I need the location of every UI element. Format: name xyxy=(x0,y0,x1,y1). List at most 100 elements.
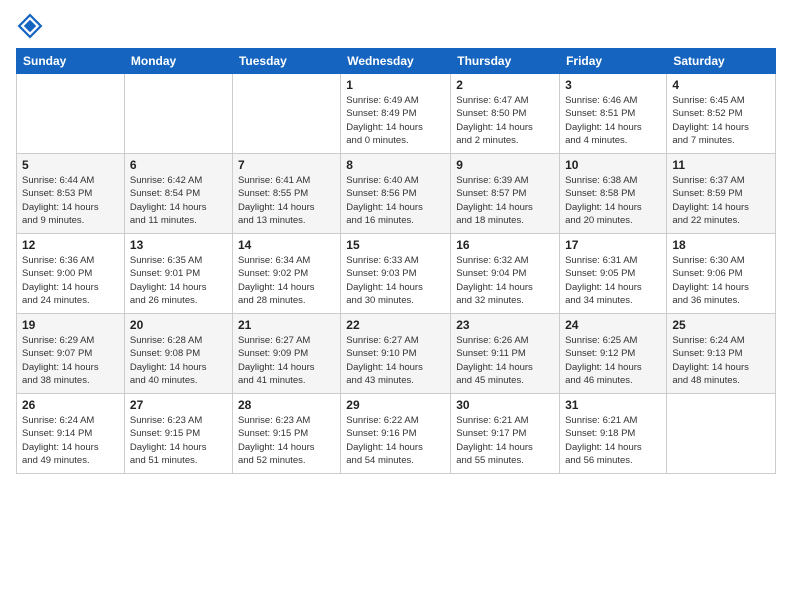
day-number: 12 xyxy=(22,238,119,252)
week-row-3: 12 Sunrise: 6:36 AM Sunset: 9:00 PM Dayli… xyxy=(17,234,776,314)
day-number: 15 xyxy=(346,238,445,252)
calendar-header: SundayMondayTuesdayWednesdayThursdayFrid… xyxy=(17,49,776,74)
day-cell: 17 Sunrise: 6:31 AM Sunset: 9:05 PM Dayli… xyxy=(560,234,667,314)
day-cell xyxy=(667,394,776,474)
day-number: 18 xyxy=(672,238,770,252)
day-info: Sunrise: 6:23 AM Sunset: 9:15 PM Dayligh… xyxy=(238,414,335,467)
day-cell: 10Sunrise: 6:38 AM Sunset: 8:58 PM Dayli… xyxy=(560,154,667,234)
day-info: Sunrise: 6:21 AM Sunset: 9:17 PM Dayligh… xyxy=(456,414,554,467)
day-number: 13 xyxy=(130,238,227,252)
day-info: Sunrise: 6:38 AM Sunset: 8:58 PM Dayligh… xyxy=(565,174,661,227)
day-number: 22 xyxy=(346,318,445,332)
day-cell: 13 Sunrise: 6:35 AM Sunset: 9:01 PM Dayli… xyxy=(124,234,232,314)
header xyxy=(16,12,776,40)
header-day-thursday: Thursday xyxy=(451,49,560,74)
day-info: Sunrise: 6:45 AM Sunset: 8:52 PM Dayligh… xyxy=(672,94,770,147)
day-cell: 28 Sunrise: 6:23 AM Sunset: 9:15 PM Dayli… xyxy=(232,394,340,474)
day-cell: 19Sunrise: 6:29 AM Sunset: 9:07 PM Dayli… xyxy=(17,314,125,394)
day-number: 28 xyxy=(238,398,335,412)
calendar: SundayMondayTuesdayWednesdayThursdayFrid… xyxy=(16,48,776,474)
day-info: Sunrise: 6:30 AM Sunset: 9:06 PM Dayligh… xyxy=(672,254,770,307)
day-info: Sunrise: 6:25 AM Sunset: 9:12 PM Dayligh… xyxy=(565,334,661,387)
day-info: Sunrise: 6:44 AM Sunset: 8:53 PM Dayligh… xyxy=(22,174,119,227)
day-cell: 14Sunrise: 6:34 AM Sunset: 9:02 PM Dayli… xyxy=(232,234,340,314)
day-info: Sunrise: 6:31 AM Sunset: 9:05 PM Dayligh… xyxy=(565,254,661,307)
day-info: Sunrise: 6:29 AM Sunset: 9:07 PM Dayligh… xyxy=(22,334,119,387)
day-info: Sunrise: 6:47 AM Sunset: 8:50 PM Dayligh… xyxy=(456,94,554,147)
day-cell: 2 Sunrise: 6:47 AM Sunset: 8:50 PM Daylig… xyxy=(451,74,560,154)
day-cell xyxy=(124,74,232,154)
day-cell: 24 Sunrise: 6:25 AM Sunset: 9:12 PM Dayli… xyxy=(560,314,667,394)
day-cell: 22 Sunrise: 6:27 AM Sunset: 9:10 PM Dayli… xyxy=(341,314,451,394)
day-number: 2 xyxy=(456,78,554,92)
day-number: 24 xyxy=(565,318,661,332)
calendar-body: 1 Sunrise: 6:49 AM Sunset: 8:49 PM Daylig… xyxy=(17,74,776,474)
day-info: Sunrise: 6:40 AM Sunset: 8:56 PM Dayligh… xyxy=(346,174,445,227)
day-info: Sunrise: 6:32 AM Sunset: 9:04 PM Dayligh… xyxy=(456,254,554,307)
day-info: Sunrise: 6:24 AM Sunset: 9:13 PM Dayligh… xyxy=(672,334,770,387)
header-day-tuesday: Tuesday xyxy=(232,49,340,74)
day-number: 21 xyxy=(238,318,335,332)
week-row-1: 1 Sunrise: 6:49 AM Sunset: 8:49 PM Daylig… xyxy=(17,74,776,154)
day-cell: 25 Sunrise: 6:24 AM Sunset: 9:13 PM Dayli… xyxy=(667,314,776,394)
day-number: 17 xyxy=(565,238,661,252)
day-info: Sunrise: 6:26 AM Sunset: 9:11 PM Dayligh… xyxy=(456,334,554,387)
day-number: 20 xyxy=(130,318,227,332)
day-cell: 12 Sunrise: 6:36 AM Sunset: 9:00 PM Dayli… xyxy=(17,234,125,314)
day-cell: 27Sunrise: 6:23 AM Sunset: 9:15 PM Dayli… xyxy=(124,394,232,474)
header-day-friday: Friday xyxy=(560,49,667,74)
day-cell: 1 Sunrise: 6:49 AM Sunset: 8:49 PM Daylig… xyxy=(341,74,451,154)
day-number: 3 xyxy=(565,78,661,92)
day-cell xyxy=(232,74,340,154)
day-number: 30 xyxy=(456,398,554,412)
day-cell: 8 Sunrise: 6:40 AM Sunset: 8:56 PM Daylig… xyxy=(341,154,451,234)
day-number: 5 xyxy=(22,158,119,172)
week-row-2: 5 Sunrise: 6:44 AM Sunset: 8:53 PM Daylig… xyxy=(17,154,776,234)
day-number: 29 xyxy=(346,398,445,412)
day-cell: 6 Sunrise: 6:42 AM Sunset: 8:54 PM Daylig… xyxy=(124,154,232,234)
day-cell: 18 Sunrise: 6:30 AM Sunset: 9:06 PM Dayli… xyxy=(667,234,776,314)
header-day-monday: Monday xyxy=(124,49,232,74)
day-number: 25 xyxy=(672,318,770,332)
header-day-sunday: Sunday xyxy=(17,49,125,74)
day-info: Sunrise: 6:42 AM Sunset: 8:54 PM Dayligh… xyxy=(130,174,227,227)
day-cell: 9Sunrise: 6:39 AM Sunset: 8:57 PM Daylig… xyxy=(451,154,560,234)
day-info: Sunrise: 6:34 AM Sunset: 9:02 PM Dayligh… xyxy=(238,254,335,307)
header-day-wednesday: Wednesday xyxy=(341,49,451,74)
day-info: Sunrise: 6:24 AM Sunset: 9:14 PM Dayligh… xyxy=(22,414,119,467)
day-number: 6 xyxy=(130,158,227,172)
day-cell: 21Sunrise: 6:27 AM Sunset: 9:09 PM Dayli… xyxy=(232,314,340,394)
day-info: Sunrise: 6:33 AM Sunset: 9:03 PM Dayligh… xyxy=(346,254,445,307)
day-info: Sunrise: 6:36 AM Sunset: 9:00 PM Dayligh… xyxy=(22,254,119,307)
day-number: 1 xyxy=(346,78,445,92)
day-info: Sunrise: 6:46 AM Sunset: 8:51 PM Dayligh… xyxy=(565,94,661,147)
day-number: 16 xyxy=(456,238,554,252)
day-cell: 23Sunrise: 6:26 AM Sunset: 9:11 PM Dayli… xyxy=(451,314,560,394)
day-number: 26 xyxy=(22,398,119,412)
day-info: Sunrise: 6:27 AM Sunset: 9:10 PM Dayligh… xyxy=(346,334,445,387)
week-row-5: 26 Sunrise: 6:24 AM Sunset: 9:14 PM Dayli… xyxy=(17,394,776,474)
day-info: Sunrise: 6:41 AM Sunset: 8:55 PM Dayligh… xyxy=(238,174,335,227)
day-info: Sunrise: 6:35 AM Sunset: 9:01 PM Dayligh… xyxy=(130,254,227,307)
day-cell: 15 Sunrise: 6:33 AM Sunset: 9:03 PM Dayli… xyxy=(341,234,451,314)
day-info: Sunrise: 6:21 AM Sunset: 9:18 PM Dayligh… xyxy=(565,414,661,467)
day-cell: 11 Sunrise: 6:37 AM Sunset: 8:59 PM Dayli… xyxy=(667,154,776,234)
day-cell: 5 Sunrise: 6:44 AM Sunset: 8:53 PM Daylig… xyxy=(17,154,125,234)
header-row: SundayMondayTuesdayWednesdayThursdayFrid… xyxy=(17,49,776,74)
day-info: Sunrise: 6:49 AM Sunset: 8:49 PM Dayligh… xyxy=(346,94,445,147)
day-number: 8 xyxy=(346,158,445,172)
day-info: Sunrise: 6:23 AM Sunset: 9:15 PM Dayligh… xyxy=(130,414,227,467)
header-day-saturday: Saturday xyxy=(667,49,776,74)
day-info: Sunrise: 6:37 AM Sunset: 8:59 PM Dayligh… xyxy=(672,174,770,227)
day-number: 4 xyxy=(672,78,770,92)
day-number: 7 xyxy=(238,158,335,172)
day-info: Sunrise: 6:22 AM Sunset: 9:16 PM Dayligh… xyxy=(346,414,445,467)
day-info: Sunrise: 6:28 AM Sunset: 9:08 PM Dayligh… xyxy=(130,334,227,387)
day-cell: 7 Sunrise: 6:41 AM Sunset: 8:55 PM Daylig… xyxy=(232,154,340,234)
day-cell: 30 Sunrise: 6:21 AM Sunset: 9:17 PM Dayli… xyxy=(451,394,560,474)
day-cell: 3 Sunrise: 6:46 AM Sunset: 8:51 PM Daylig… xyxy=(560,74,667,154)
day-number: 11 xyxy=(672,158,770,172)
day-cell: 31Sunrise: 6:21 AM Sunset: 9:18 PM Dayli… xyxy=(560,394,667,474)
page: SundayMondayTuesdayWednesdayThursdayFrid… xyxy=(0,0,792,612)
logo xyxy=(16,12,48,40)
